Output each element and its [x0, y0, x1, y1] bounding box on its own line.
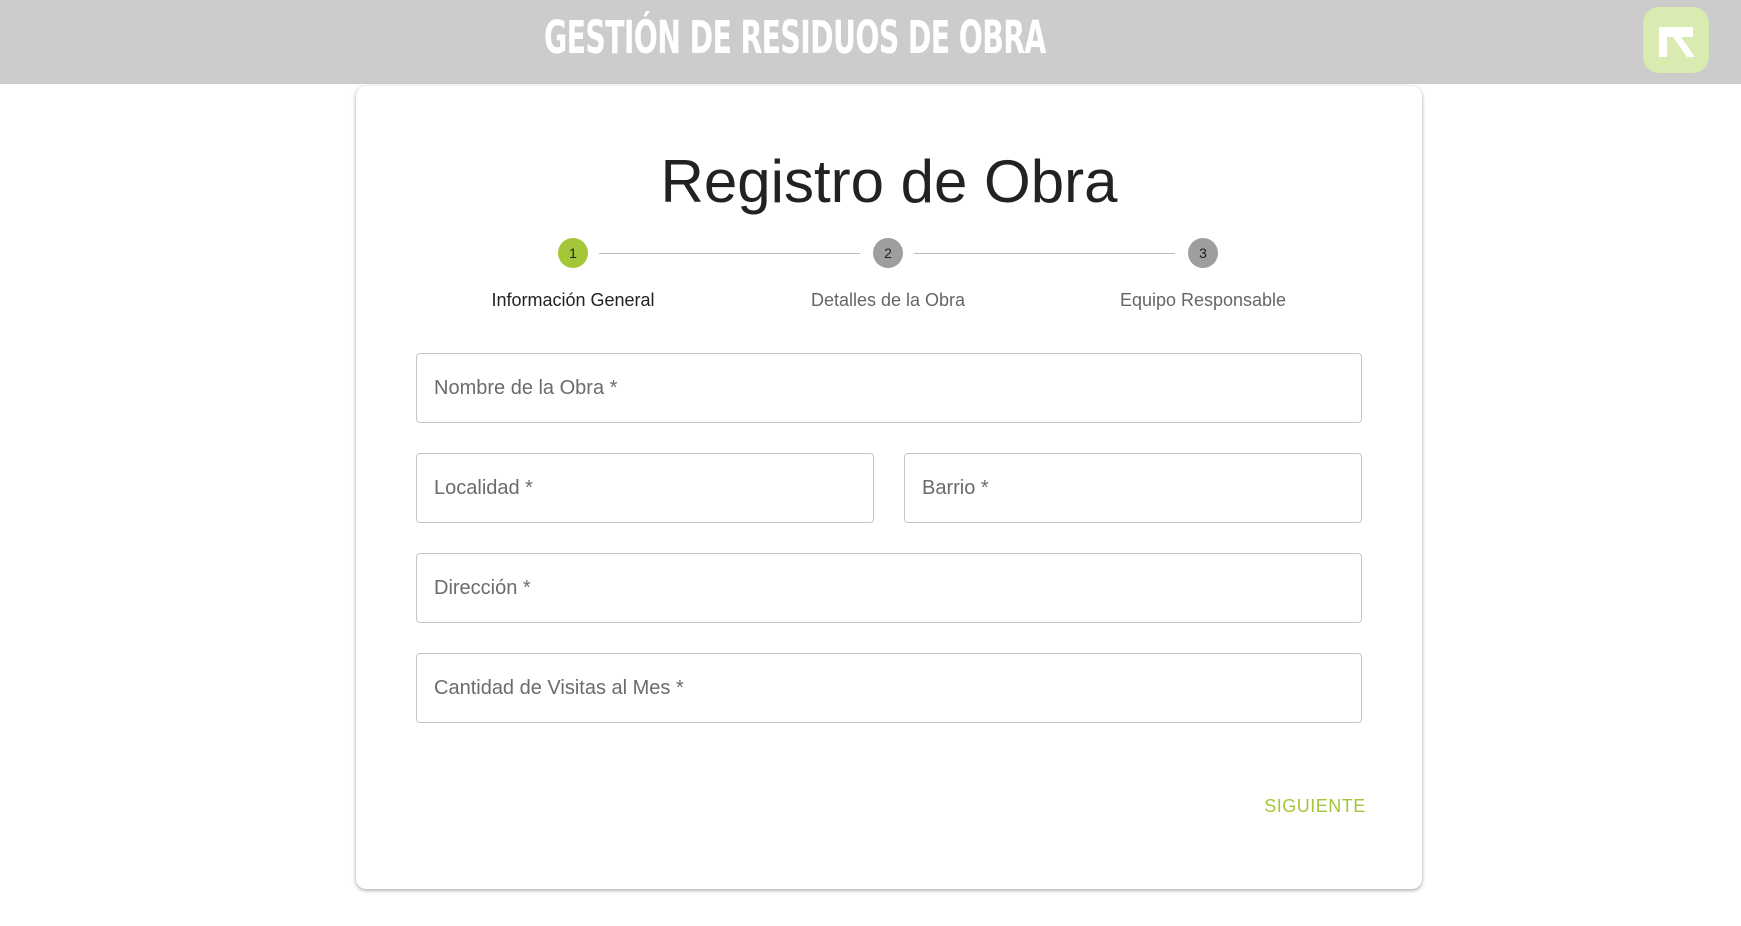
visitas-mes-input[interactable] [417, 654, 1361, 722]
direccion-field [416, 553, 1362, 623]
step-3-indicator[interactable]: 3 [1188, 238, 1218, 268]
barrio-input[interactable] [905, 454, 1361, 522]
next-button[interactable]: SIGUIENTE [1250, 786, 1380, 826]
page-title: Registro de Obra [660, 148, 1118, 215]
localidad-input[interactable] [417, 454, 873, 522]
nombre-obra-input[interactable] [417, 354, 1361, 422]
step-1-indicator[interactable]: 1 [558, 238, 588, 268]
step-1-label: Información General [491, 290, 655, 310]
stepper: 1 2 3 Información General Detalles de la… [356, 86, 1422, 310]
app-logo[interactable] [1643, 7, 1709, 73]
barrio-field [904, 453, 1362, 523]
app-title: GESTIÓN DE RESIDUOS DE OBRA [544, 11, 1046, 64]
step-2-label: Detalles de la Obra [810, 290, 966, 310]
direccion-input[interactable] [417, 554, 1361, 622]
localidad-field [416, 453, 874, 523]
arrow-corner-logo-icon [1659, 27, 1695, 57]
top-app-bar: GESTIÓN DE RESIDUOS DE OBRA [0, 0, 1741, 84]
nombre-obra-field [416, 353, 1362, 423]
step-connector-2 [914, 253, 1175, 254]
step-2-indicator[interactable]: 2 [873, 238, 903, 268]
visitas-field [416, 653, 1362, 723]
step-connector-1 [599, 253, 860, 254]
step-3-label: Equipo Responsable [1119, 290, 1287, 310]
registration-card: Registro de Obra 1 2 3 Información Gener… [356, 86, 1422, 889]
